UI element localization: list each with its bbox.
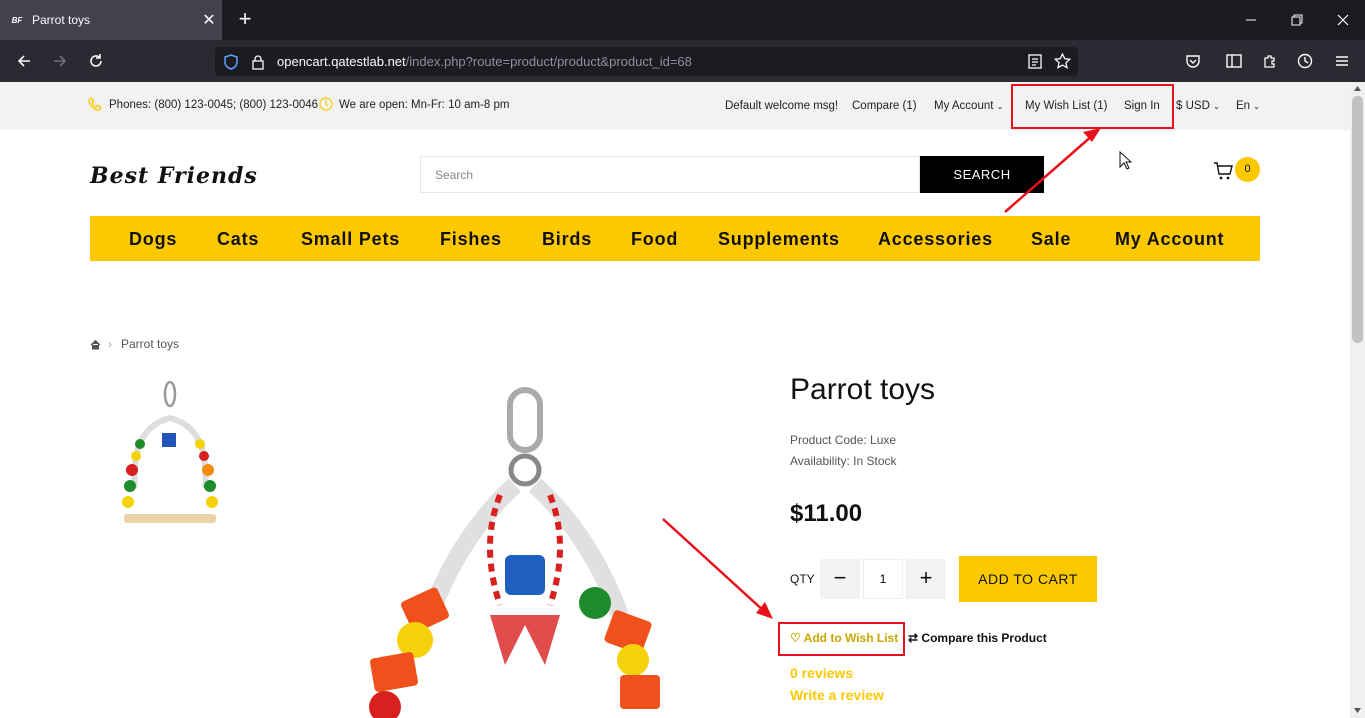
tab-close-icon[interactable]: ✕ (196, 10, 222, 30)
menu-item-food[interactable]: Food (631, 229, 678, 250)
compare-arrows-icon: ⇄ (908, 631, 919, 645)
menu-item-my-account[interactable]: My Account (1115, 229, 1224, 250)
menu-item-small-pets[interactable]: Small Pets (301, 229, 400, 250)
hours-text: We are open: Mn-Fr: 10 am-8 pm (339, 99, 510, 111)
menu-item-cats[interactable]: Cats (217, 229, 259, 250)
minimize-icon[interactable] (1228, 0, 1274, 40)
new-tab-icon[interactable]: + (233, 7, 257, 31)
lock-icon[interactable] (251, 54, 265, 70)
back-icon[interactable] (12, 49, 36, 73)
menu-item-supplements[interactable]: Supplements (718, 229, 840, 250)
history-icon[interactable] (1293, 49, 1317, 73)
product-title: Parrot toys (790, 373, 936, 406)
menu-item-dogs[interactable]: Dogs (129, 229, 177, 250)
product-price: $11.00 (790, 500, 863, 527)
cart-count-badge[interactable]: 0 (1235, 157, 1260, 182)
scrollbar-thumb[interactable] (1352, 96, 1363, 343)
address-bar[interactable]: opencart.qatestlab.net/index.php?route=p… (215, 47, 1078, 76)
scroll-up-icon[interactable] (1353, 85, 1362, 92)
write-review-link[interactable]: Write a review (790, 687, 884, 703)
site-logo[interactable]: Best Friends (90, 163, 258, 189)
currency-dropdown[interactable]: $ USD ⌄ (1176, 100, 1220, 112)
qty-input[interactable]: 1 (863, 559, 903, 599)
annotation-box-add-to-wishlist (778, 622, 905, 656)
main-menu: Dogs Cats Small Pets Fishes Birds Food S… (90, 216, 1260, 261)
app-menu-icon[interactable] (1330, 49, 1354, 73)
browser-tab-bar: BF Parrot toys ✕ + (0, 0, 1365, 40)
chevron-down-icon: ⌄ (1213, 102, 1220, 111)
reload-icon[interactable] (84, 49, 108, 73)
breadcrumb-separator-icon: › (108, 337, 112, 351)
phone-icon (88, 97, 102, 111)
qty-label: QTY (790, 572, 815, 586)
menu-item-sale[interactable]: Sale (1031, 229, 1071, 250)
my-account-dropdown[interactable]: My Account ⌄ (934, 100, 1003, 112)
compare-link[interactable]: Compare (1) (852, 100, 917, 112)
mouse-cursor-icon (1119, 151, 1132, 170)
product-thumbnail[interactable] (110, 378, 225, 528)
pocket-icon[interactable] (1181, 49, 1205, 73)
phones-text: Phones: (800) 123-0045; (800) 123-0046 (109, 99, 319, 111)
restore-icon[interactable] (1274, 0, 1320, 40)
qty-decrease-button[interactable]: − (820, 559, 860, 599)
breadcrumb-current: Parrot toys (121, 337, 180, 351)
chevron-down-icon: ⌄ (1253, 102, 1260, 111)
language-dropdown[interactable]: En ⌄ (1236, 100, 1260, 112)
welcome-text: Default welcome msg! (725, 100, 839, 112)
product-code: Product Code: Luxe (790, 433, 897, 447)
search-button[interactable]: SEARCH (920, 156, 1044, 193)
cart-icon[interactable] (1213, 161, 1233, 181)
product-main-image[interactable] (350, 375, 680, 718)
browser-tab[interactable]: BF Parrot toys ✕ (0, 0, 222, 40)
bookmark-star-icon[interactable] (1054, 53, 1071, 69)
shield-icon[interactable] (224, 54, 238, 70)
clock-icon (319, 97, 333, 111)
sidebar-icon[interactable] (1222, 49, 1246, 73)
scroll-down-icon[interactable] (1353, 707, 1362, 714)
add-to-cart-button[interactable]: ADD TO CART (959, 556, 1097, 602)
reviews-link[interactable]: 0 reviews (790, 665, 853, 681)
menu-item-birds[interactable]: Birds (542, 229, 592, 250)
menu-item-accessories[interactable]: Accessories (878, 229, 993, 250)
home-icon[interactable] (90, 339, 101, 350)
compare-product-link[interactable]: ⇄ Compare this Product (908, 631, 1047, 645)
site-favicon-icon: BF (11, 15, 23, 25)
product-availability: Availability: In Stock (790, 454, 897, 468)
annotation-box-wishlist-signin (1011, 84, 1174, 129)
menu-item-fishes[interactable]: Fishes (440, 229, 502, 250)
qty-increase-button[interactable]: + (906, 559, 946, 599)
reader-view-icon[interactable] (1028, 54, 1042, 69)
search-input[interactable]: Search (420, 156, 920, 193)
tab-title: Parrot toys (32, 13, 91, 27)
chevron-down-icon: ⌄ (996, 102, 1004, 111)
close-window-icon[interactable] (1320, 0, 1365, 40)
extensions-icon[interactable] (1258, 49, 1282, 73)
forward-icon[interactable] (48, 49, 72, 73)
url-text[interactable]: opencart.qatestlab.net/index.php?route=p… (277, 54, 692, 69)
